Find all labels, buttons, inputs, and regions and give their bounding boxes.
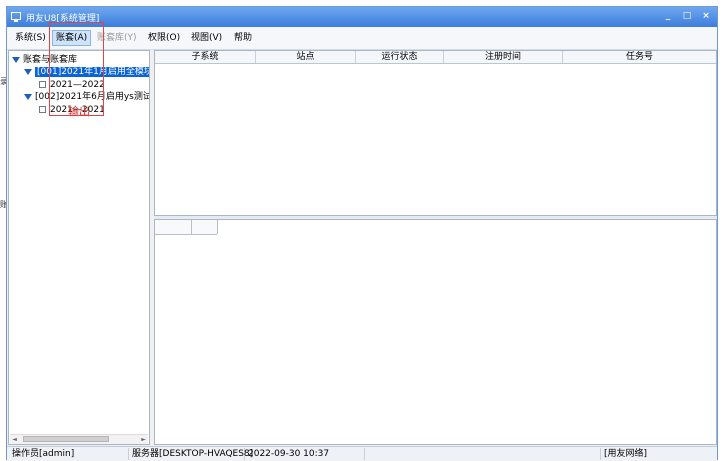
subsystem-table: 子系统 站点 运行状态 注册时间 任务号 [154,50,717,216]
menu-permissions[interactable]: 权限(O) [145,31,183,45]
menu-bar: 系统(S) 账套(A) 账套库(Y) 权限(O) 视图(V) 帮助 [7,27,717,50]
annotation-highlight-box [49,22,104,116]
column-header-task-id[interactable]: 任务号 [563,51,716,63]
menu-view[interactable]: 视图(V) [188,31,225,45]
status-network: [用友网络] [604,449,648,459]
column-header-site[interactable]: 站点 [256,51,356,63]
status-datetime: 2022-09-30 10:37 [245,448,365,460]
status-spacer [365,448,601,460]
table-header-row: 子系统 站点 运行状态 注册时间 任务号 [155,51,716,64]
maximize-button[interactable]: □ [680,10,694,23]
status-bar: 操作员[admin] 服务器[DESKTOP-HVAQES8] 2022-09-… [7,446,717,461]
column-header-register-time[interactable]: 注册时间 [444,51,563,63]
tree-horizontal-scrollbar[interactable]: ◄ ► [10,434,148,444]
detail-pane [154,219,717,445]
minimize-button[interactable]: _ [661,10,675,23]
expand-arrow-icon[interactable] [12,56,20,63]
system-management-window: 用友U8[系统管理] _ □ × 系统(S) 账套(A) 账套库(Y) 权限(O… [6,6,718,461]
expand-arrow-icon[interactable] [24,68,32,75]
document-icon [39,106,46,113]
scroll-right-arrow-icon[interactable]: ► [139,435,148,444]
close-button[interactable]: × [699,10,713,23]
detail-header-cell[interactable] [155,220,192,234]
column-header-subsystem[interactable]: 子系统 [155,51,256,63]
expand-arrow-icon[interactable] [24,93,32,100]
status-operator: 操作员[admin] [9,448,129,460]
document-icon [39,81,46,88]
monitor-icon [11,12,21,22]
status-server: 服务器[DESKTOP-HVAQES8] [129,448,253,460]
annotation-label: 输出 [68,105,90,118]
detail-header-row [155,220,218,235]
column-header-run-status[interactable]: 运行状态 [356,51,444,63]
menu-help[interactable]: 帮助 [231,31,255,45]
menu-system[interactable]: 系统(S) [12,31,49,45]
scroll-left-arrow-icon[interactable]: ◄ [10,435,19,444]
scrollbar-thumb[interactable] [23,436,109,442]
detail-header-cell[interactable] [191,220,218,234]
title-bar[interactable]: 用友U8[系统管理] _ □ × [7,7,717,27]
